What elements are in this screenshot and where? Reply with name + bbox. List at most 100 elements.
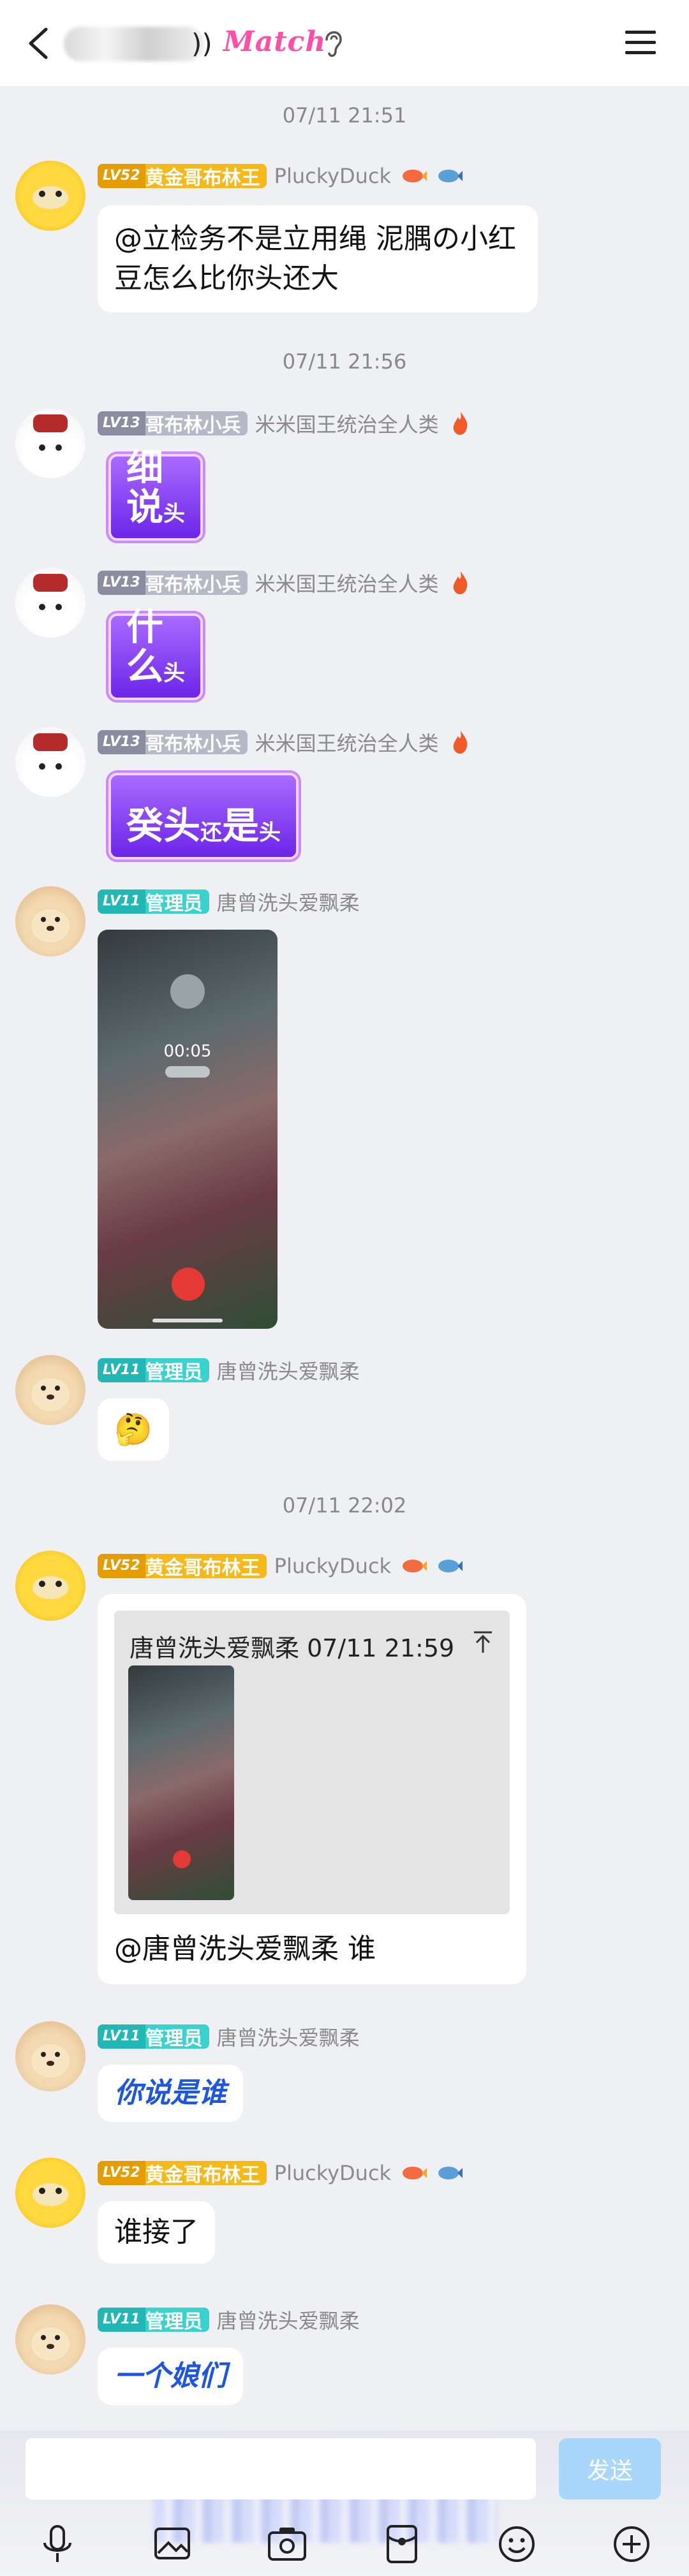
- call-pill: [165, 1066, 210, 1078]
- sticker-text: 什么: [126, 605, 164, 688]
- level-badge: LV52 黄金哥布林王: [98, 164, 267, 189]
- image-icon[interactable]: [151, 2522, 194, 2566]
- plus-icon[interactable]: [610, 2522, 653, 2566]
- duck-face-icon: [33, 186, 68, 209]
- camera-icon[interactable]: [265, 2522, 309, 2566]
- flame-icon: [453, 571, 468, 594]
- sender-meta: LV11 管理员 唐曾洗头爱飘柔: [98, 2306, 360, 2334]
- chat-title-suffix: )): [191, 28, 212, 59]
- duck-face-icon: [33, 2183, 68, 2206]
- sticker-plate: 癸头还是头: [108, 773, 299, 860]
- sticker-text: 还: [200, 820, 223, 845]
- sender-nickname[interactable]: 米米国王统治全人类: [255, 568, 439, 597]
- level-badge: LV11 管理员: [98, 2024, 209, 2050]
- message-bubble[interactable]: 🤔: [98, 1398, 169, 1461]
- fish-decoration-icon: [403, 2167, 427, 2179]
- avatar[interactable]: [15, 886, 85, 956]
- avatar[interactable]: [15, 1355, 85, 1425]
- red-packet-icon[interactable]: [380, 2522, 424, 2566]
- message-text: 谁接了: [114, 2216, 198, 2248]
- message-bubble[interactable]: 一个娘们: [98, 2348, 243, 2405]
- sender-nickname[interactable]: 唐曾洗头爱飘柔: [217, 2305, 360, 2334]
- level-badge: LV13 哥布林小兵: [98, 730, 248, 756]
- avatar[interactable]: [15, 2021, 85, 2091]
- level-badge: LV52 黄金哥布林王: [98, 2161, 267, 2186]
- level-badge: LV11 管理员: [98, 2308, 209, 2333]
- avatar[interactable]: [15, 408, 85, 478]
- reply-message-bubble[interactable]: 唐曾洗头爱飘柔 07/11 21:59 @唐曾洗头爱飘柔 谁: [98, 1594, 526, 1984]
- level-badge: LV52 黄金哥布林王: [98, 1554, 267, 1579]
- message-bubble[interactable]: 你说是谁: [98, 2065, 243, 2122]
- flame-icon: [453, 731, 468, 754]
- sender-nickname[interactable]: 米米国王统治全人类: [255, 409, 439, 438]
- quoted-header: 唐曾洗头爱飘柔 07/11 21:59: [130, 1634, 455, 1662]
- avatar[interactable]: [15, 567, 85, 638]
- scroll-to-top-icon[interactable]: [471, 1630, 494, 1655]
- sender-nickname[interactable]: 唐曾洗头爱飘柔: [217, 2022, 360, 2051]
- quoted-message[interactable]: 唐曾洗头爱飘柔 07/11 21:59: [114, 1611, 510, 1914]
- chat-title-blurred: [64, 27, 204, 61]
- menu-icon[interactable]: [624, 29, 657, 56]
- sender-nickname[interactable]: PluckyDuck: [274, 164, 391, 188]
- sender-nickname[interactable]: 唐曾洗头爱飘柔: [217, 887, 360, 916]
- sender-meta: LV11 管理员 唐曾洗头爱飘柔: [98, 2023, 360, 2051]
- send-button[interactable]: 发送: [559, 2438, 661, 2499]
- message-text: 一个娘们: [114, 2360, 226, 2392]
- fish-decoration-icon: [438, 1560, 463, 1572]
- sender-nickname[interactable]: PluckyDuck: [274, 1554, 391, 1578]
- sender-meta: LV52 黄金哥布林王 PluckyDuck: [98, 2159, 463, 2187]
- emoji-icon[interactable]: [495, 2522, 538, 2566]
- soldier-face-icon: [33, 574, 68, 610]
- microphone-icon[interactable]: [36, 2522, 79, 2566]
- avatar[interactable]: [15, 2304, 85, 2375]
- sender-nickname[interactable]: 米米国王统治全人类: [255, 728, 439, 757]
- home-indicator: [152, 1319, 223, 1322]
- sticker-text: 头: [259, 820, 281, 845]
- soldier-face-icon: [33, 733, 68, 770]
- sender-nickname[interactable]: 唐曾洗头爱飘柔: [217, 1356, 360, 1385]
- message-bubble[interactable]: @立检务不是立用绳 泥腢の小红 豆怎么比你头还大: [98, 205, 538, 312]
- ear-icon[interactable]: [320, 26, 346, 61]
- image-message[interactable]: 00:05: [98, 930, 278, 1329]
- sticker-plate: 细说头: [108, 448, 204, 541]
- message-text: @唐曾洗头爱飘柔 谁: [114, 1933, 376, 1965]
- fish-decoration-icon: [403, 1560, 427, 1572]
- sender-nickname[interactable]: PluckyDuck: [274, 2161, 391, 2185]
- soldier-face-icon: [33, 414, 68, 451]
- level-badge: LV11 管理员: [98, 889, 209, 915]
- message-row: LV11 管理员 唐曾洗头爱飘柔 00:05: [0, 886, 689, 1333]
- avatar[interactable]: [15, 161, 85, 231]
- message-row: LV13 哥布林小兵 米米国王统治全人类 什么头: [0, 567, 689, 714]
- thinking-emoji-icon: 🤔: [114, 1412, 152, 1447]
- fish-decoration-icon: [438, 2167, 463, 2179]
- flame-icon: [453, 412, 468, 435]
- message-row: LV13 哥布林小兵 米米国王统治全人类 癸头还是头: [0, 727, 689, 874]
- match-label: Match: [223, 26, 327, 58]
- timestamp: 07/11 22:02: [282, 1493, 407, 1518]
- call-duration: 00:05: [163, 1042, 212, 1061]
- dog-face-icon: [31, 2044, 70, 2077]
- message-row: LV52 黄金哥布林王 PluckyDuck 谁接了: [0, 2158, 689, 2285]
- avatar[interactable]: [15, 2158, 85, 2228]
- message-text: 你说是谁: [114, 2077, 226, 2109]
- sticker-text: 癸: [126, 804, 164, 847]
- fish-decoration-icon: [438, 170, 463, 182]
- avatar[interactable]: [15, 1551, 85, 1621]
- duck-face-icon: [33, 1576, 68, 1599]
- sender-meta: LV11 管理员 唐曾洗头爱飘柔: [98, 888, 360, 916]
- message-row: LV52 黄金哥布林王 PluckyDuck 唐曾洗头爱飘柔 07/11 21:5…: [0, 1551, 689, 1997]
- hangup-icon: [172, 1268, 205, 1301]
- hangup-icon: [173, 1850, 191, 1868]
- message-row: LV11 管理员 唐曾洗头爱飘柔 一个娘们: [0, 2304, 689, 2426]
- sticker-text: 头: [163, 501, 186, 527]
- level-badge: LV13 哥布林小兵: [98, 571, 248, 596]
- sender-meta: LV11 管理员 唐曾洗头爱飘柔: [98, 1356, 360, 1384]
- avatar[interactable]: [15, 727, 85, 797]
- message-bubble[interactable]: 谁接了: [98, 2201, 215, 2264]
- back-arrow-icon[interactable]: [22, 24, 57, 62]
- message-input[interactable]: [26, 2438, 536, 2499]
- dog-face-icon: [31, 1378, 70, 1411]
- sticker-text: 头: [163, 661, 186, 686]
- timestamp: 07/11 21:56: [282, 349, 407, 374]
- input-toolbar: [0, 2514, 689, 2576]
